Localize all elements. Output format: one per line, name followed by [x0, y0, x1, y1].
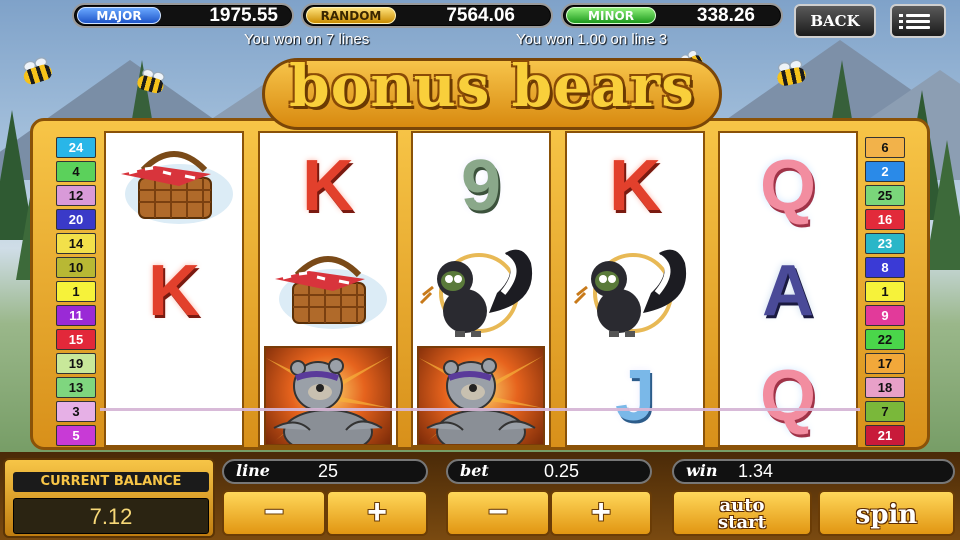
letter-symbol: Q: [720, 133, 856, 238]
skunk-symbol: [567, 238, 703, 343]
payline-indicator-left[interactable]: 5: [56, 425, 96, 446]
jackpot-major-label: MAJOR: [77, 7, 161, 24]
payline-indicator-left[interactable]: 3: [56, 401, 96, 422]
payline-indicator-left[interactable]: 19: [56, 353, 96, 374]
menu-button[interactable]: [890, 4, 946, 38]
letter-symbol: A: [720, 238, 856, 343]
payline-indicator-left[interactable]: 24: [56, 137, 96, 158]
payline-indicator-left[interactable]: 10: [56, 257, 96, 278]
bear-bonus-symbol: [413, 343, 549, 445]
symbol-k: K: [302, 145, 354, 226]
bear-bonus-symbol: [260, 343, 396, 445]
reel-5: QAQ: [718, 131, 858, 447]
skunk-symbol: [413, 238, 549, 343]
letter-symbol: K: [106, 238, 242, 343]
jackpot-random: RANDOM 7564.06: [301, 3, 553, 28]
lines-increase-button[interactable]: +: [326, 490, 428, 536]
jackpot-minor-label: MINOR: [566, 7, 656, 24]
payline-indicator-right[interactable]: 25: [865, 185, 905, 206]
payline-indicator-left[interactable]: 11: [56, 305, 96, 326]
reel-1: K: [104, 131, 244, 447]
letter-symbol: K: [260, 133, 396, 238]
symbol-a: A: [762, 250, 814, 331]
payline-indicator-left[interactable]: 20: [56, 209, 96, 230]
lines-decrease-button[interactable]: −: [222, 490, 326, 536]
bet-label: bet: [460, 461, 489, 480]
symbol-k: K: [609, 145, 661, 226]
payline-indicator-left[interactable]: 15: [56, 329, 96, 350]
payline-indicator-right[interactable]: 16: [865, 209, 905, 230]
reel-3: 9: [411, 131, 551, 447]
auto-start-line2: start: [718, 512, 766, 533]
jackpot-random-label: RANDOM: [306, 7, 396, 24]
pine-tree: [925, 140, 960, 270]
payline-indicators-right: 6 2 25 16 23 8 1 9 22 17 18 7 21: [865, 137, 905, 449]
jackpot-minor-value: 338.26: [696, 5, 755, 26]
jackpot-major-value: 1975.55: [209, 5, 278, 26]
current-balance-value: 7.12: [13, 498, 209, 534]
hamburger-menu-icon: [906, 14, 930, 29]
win-message-right: You won 1.00 on line 3: [516, 31, 668, 48]
payline-indicator-left[interactable]: 1: [56, 281, 96, 302]
payline-indicator-right[interactable]: 9: [865, 305, 905, 326]
payline-indicator-right[interactable]: 22: [865, 329, 905, 350]
jackpot-random-value: 7564.06: [446, 5, 515, 26]
payline-indicator-left[interactable]: 4: [56, 161, 96, 182]
picnic-basket-symbol: [260, 238, 396, 343]
back-button[interactable]: BACK: [794, 4, 876, 38]
payline-indicator-right[interactable]: 7: [865, 401, 905, 422]
payline-indicator-left[interactable]: 12: [56, 185, 96, 206]
current-balance-label: CURRENT BALANCE: [13, 472, 209, 492]
jackpot-major: MAJOR 1975.55: [72, 3, 294, 28]
game-title: bonus bears: [289, 52, 695, 120]
payline-indicator-right[interactable]: 2: [865, 161, 905, 182]
bet-value: 0.25: [544, 461, 580, 481]
payline-indicator-right[interactable]: 18: [865, 377, 905, 398]
winning-payline-3: [100, 408, 860, 411]
payline-indicator-right[interactable]: 8: [865, 257, 905, 278]
payline-indicator-right[interactable]: 17: [865, 353, 905, 374]
jackpot-minor: MINOR 338.26: [561, 3, 783, 28]
bet-increase-button[interactable]: +: [550, 490, 652, 536]
reel-2: K: [258, 131, 398, 447]
letter-symbol: K: [567, 133, 703, 238]
symbol-j: J: [614, 355, 656, 436]
bet-display: bet 0.25: [446, 459, 652, 484]
reel-4: KJ: [565, 131, 705, 447]
payline-indicators-left: 24 4 12 20 14 10 1 11 15 19 13 3 5: [56, 137, 96, 449]
payline-indicator-right[interactable]: 6: [865, 137, 905, 158]
picnic-basket-symbol: [106, 133, 242, 238]
win-message-left: You won on 7 lines: [244, 31, 370, 48]
win-label: win: [686, 461, 718, 480]
symbol-q: Q: [759, 355, 816, 436]
bear-icon: [264, 346, 392, 445]
lines-value: 25: [318, 461, 339, 481]
payline-indicator-left[interactable]: 13: [56, 377, 96, 398]
bet-decrease-button[interactable]: −: [446, 490, 550, 536]
win-value: 1.34: [738, 461, 774, 481]
symbol-9: 9: [460, 145, 502, 226]
auto-start-button[interactable]: auto start: [672, 490, 812, 536]
payline-indicator-left[interactable]: 14: [56, 233, 96, 254]
bear-icon: [417, 346, 545, 445]
payline-indicator-right[interactable]: 21: [865, 425, 905, 446]
payline-indicator-right[interactable]: 23: [865, 233, 905, 254]
symbol-q: Q: [759, 145, 816, 226]
letter-symbol: 9: [413, 133, 549, 238]
letter-symbol: J: [567, 343, 703, 445]
spin-button[interactable]: spin: [818, 490, 955, 536]
letter-symbol: Q: [720, 343, 856, 445]
symbol-k: K: [148, 250, 200, 331]
win-display: win 1.34: [672, 459, 955, 484]
lines-label: line: [236, 461, 270, 480]
lines-display: line 25: [222, 459, 428, 484]
payline-indicator-right[interactable]: 1: [865, 281, 905, 302]
current-balance-panel: CURRENT BALANCE 7.12: [3, 458, 215, 538]
